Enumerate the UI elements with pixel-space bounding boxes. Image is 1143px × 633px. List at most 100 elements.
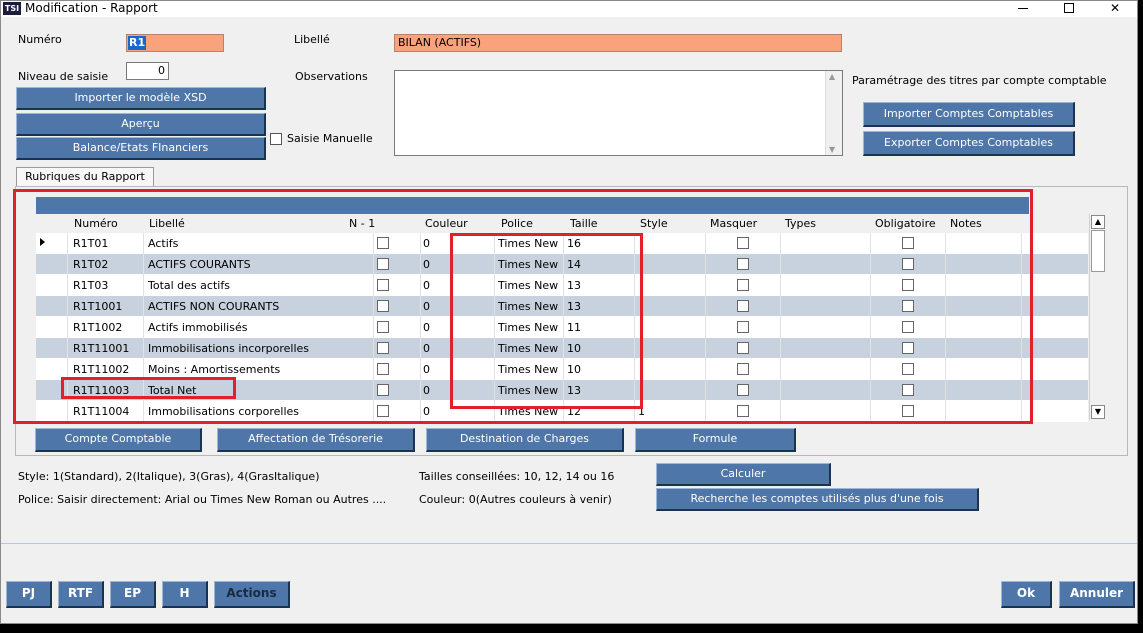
cell-numero[interactable]: R1T01	[73, 237, 108, 250]
cell-taille[interactable]: 13	[567, 279, 581, 292]
cell-masquer-checkbox[interactable]	[737, 321, 749, 333]
cell-couleur[interactable]: 0	[423, 405, 430, 418]
observations-textarea[interactable]: ▲ ▼	[394, 70, 843, 156]
col-masquer[interactable]: Masquer	[710, 217, 757, 230]
close-button[interactable]: ✕	[1092, 1, 1137, 17]
ok-button[interactable]: Ok	[1001, 581, 1052, 608]
cell-libelle[interactable]: Actifs	[148, 237, 178, 250]
cell-masquer-checkbox[interactable]	[737, 384, 749, 396]
col-n-1[interactable]: N - 1	[349, 217, 375, 230]
cell-obligatoire-checkbox[interactable]	[902, 321, 914, 333]
exporter-comptes-button[interactable]: Exporter Comptes Comptables	[863, 131, 1075, 156]
cell-masquer-checkbox[interactable]	[737, 258, 749, 270]
cell-obligatoire-checkbox[interactable]	[902, 237, 914, 249]
cell-obligatoire-checkbox[interactable]	[902, 363, 914, 375]
cell-numero[interactable]: R1T03	[73, 279, 108, 292]
cell-taille[interactable]: 16	[567, 237, 581, 250]
cell-couleur[interactable]: 0	[423, 237, 430, 250]
ep-button[interactable]: EP	[110, 581, 156, 608]
cell-couleur[interactable]: 0	[423, 384, 430, 397]
actions-button[interactable]: Actions	[214, 581, 290, 608]
cell-n1-checkbox[interactable]	[377, 279, 389, 291]
h-button[interactable]: H	[162, 581, 208, 608]
recherche-comptes-button[interactable]: Recherche les comptes utilisés plus d'un…	[656, 488, 979, 511]
cell-n1-checkbox[interactable]	[377, 384, 389, 396]
table-row[interactable]: R1T11002 Moins : Amortissements 0 Times New…	[36, 359, 1088, 380]
cell-n1-checkbox[interactable]	[377, 321, 389, 333]
apercu-button[interactable]: Aperçu	[16, 113, 266, 136]
libelle-field[interactable]: BILAN (ACTIFS)	[394, 34, 842, 52]
cell-libelle[interactable]: Total Net	[148, 384, 197, 397]
balance-button[interactable]: Balance/Etats FInanciers	[16, 137, 266, 160]
saisie-manuelle-checkbox[interactable]	[270, 133, 282, 145]
cell-numero[interactable]: R1T11001	[73, 342, 129, 355]
col-taille[interactable]: Taille	[570, 217, 598, 230]
cell-taille[interactable]: 12	[567, 405, 581, 418]
table-row[interactable]: R1T1001 ACTIFS NON COURANTS 0 Times New 13	[36, 296, 1088, 317]
cell-n1-checkbox[interactable]	[377, 237, 389, 249]
table-row[interactable]: R1T03 Total des actifs 0 Times New 13	[36, 275, 1088, 296]
formule-button[interactable]: Formule	[635, 428, 796, 452]
grid-scrollbar[interactable]: ▲ ▼	[1089, 214, 1106, 420]
col-types[interactable]: Types	[785, 217, 816, 230]
cell-police[interactable]: Times New	[498, 342, 558, 355]
importer-xsd-button[interactable]: Importer le modèle XSD	[16, 87, 266, 110]
pj-button[interactable]: PJ	[6, 581, 52, 608]
cell-masquer-checkbox[interactable]	[737, 363, 749, 375]
cell-n1-checkbox[interactable]	[377, 363, 389, 375]
cell-masquer-checkbox[interactable]	[737, 300, 749, 312]
cell-obligatoire-checkbox[interactable]	[902, 279, 914, 291]
destination-charges-button[interactable]: Destination de Charges	[426, 428, 624, 452]
cell-police[interactable]: Times New	[498, 237, 558, 250]
table-row[interactable]: R1T11001 Immobilisations incorporelles 0 Ti…	[36, 338, 1088, 359]
col-style[interactable]: Style	[640, 217, 668, 230]
cell-couleur[interactable]: 0	[423, 300, 430, 313]
table-row[interactable]: R1T1002 Actifs immobilisés 0 Times New 11	[36, 317, 1088, 338]
maximize-button[interactable]	[1046, 1, 1092, 17]
cell-libelle[interactable]: ACTIFS NON COURANTS	[148, 300, 279, 313]
cell-obligatoire-checkbox[interactable]	[902, 384, 914, 396]
cell-police[interactable]: Times New	[498, 384, 558, 397]
niveau-field[interactable]: 0	[126, 62, 169, 80]
col-numero[interactable]: Numéro	[74, 217, 118, 230]
cell-libelle[interactable]: ACTIFS COURANTS	[148, 258, 251, 271]
cell-n1-checkbox[interactable]	[377, 405, 389, 417]
cell-obligatoire-checkbox[interactable]	[902, 405, 914, 417]
importer-comptes-button[interactable]: Importer Comptes Comptables	[863, 102, 1075, 127]
rtf-button[interactable]: RTF	[58, 581, 104, 608]
affectation-tresorerie-button[interactable]: Affectation de Trésorerie	[217, 428, 415, 452]
table-row[interactable]: R1T01 Actifs 0 Times New 16	[36, 233, 1088, 254]
cell-police[interactable]: Times New	[498, 405, 558, 418]
cell-taille[interactable]: 14	[567, 258, 581, 271]
cell-masquer-checkbox[interactable]	[737, 342, 749, 354]
cell-masquer-checkbox[interactable]	[737, 237, 749, 249]
numero-field[interactable]: R1	[126, 34, 224, 52]
cell-numero[interactable]: R1T11003	[73, 384, 129, 397]
cell-masquer-checkbox[interactable]	[737, 405, 749, 417]
calculer-button[interactable]: Calculer	[656, 463, 831, 486]
cell-taille[interactable]: 11	[567, 321, 581, 334]
cell-taille[interactable]: 10	[567, 363, 581, 376]
cell-police[interactable]: Times New	[498, 300, 558, 313]
cell-police[interactable]: Times New	[498, 279, 558, 292]
col-obligatoire[interactable]: Obligatoire	[875, 217, 936, 230]
cell-obligatoire-checkbox[interactable]	[902, 300, 914, 312]
cell-couleur[interactable]: 0	[423, 363, 430, 376]
table-row[interactable]: R1T11003 Total Net 0 Times New 13	[36, 380, 1088, 401]
table-row[interactable]: R1T02 ACTIFS COURANTS 0 Times New 14	[36, 254, 1088, 275]
cell-police[interactable]: Times New	[498, 258, 558, 271]
cell-taille[interactable]: 13	[567, 300, 581, 313]
cell-numero[interactable]: R1T1001	[73, 300, 122, 313]
cell-couleur[interactable]: 0	[423, 321, 430, 334]
cell-masquer-checkbox[interactable]	[737, 279, 749, 291]
cell-couleur[interactable]: 0	[423, 258, 430, 271]
cell-police[interactable]: Times New	[498, 321, 558, 334]
cell-police[interactable]: Times New	[498, 363, 558, 376]
cell-numero[interactable]: R1T02	[73, 258, 108, 271]
compte-comptable-button[interactable]: Compte Comptable	[35, 428, 202, 452]
cell-n1-checkbox[interactable]	[377, 258, 389, 270]
minimize-button[interactable]	[1000, 1, 1046, 17]
scroll-down-icon[interactable]: ▼	[1091, 405, 1105, 419]
cell-couleur[interactable]: 0	[423, 342, 430, 355]
cell-couleur[interactable]: 0	[423, 279, 430, 292]
